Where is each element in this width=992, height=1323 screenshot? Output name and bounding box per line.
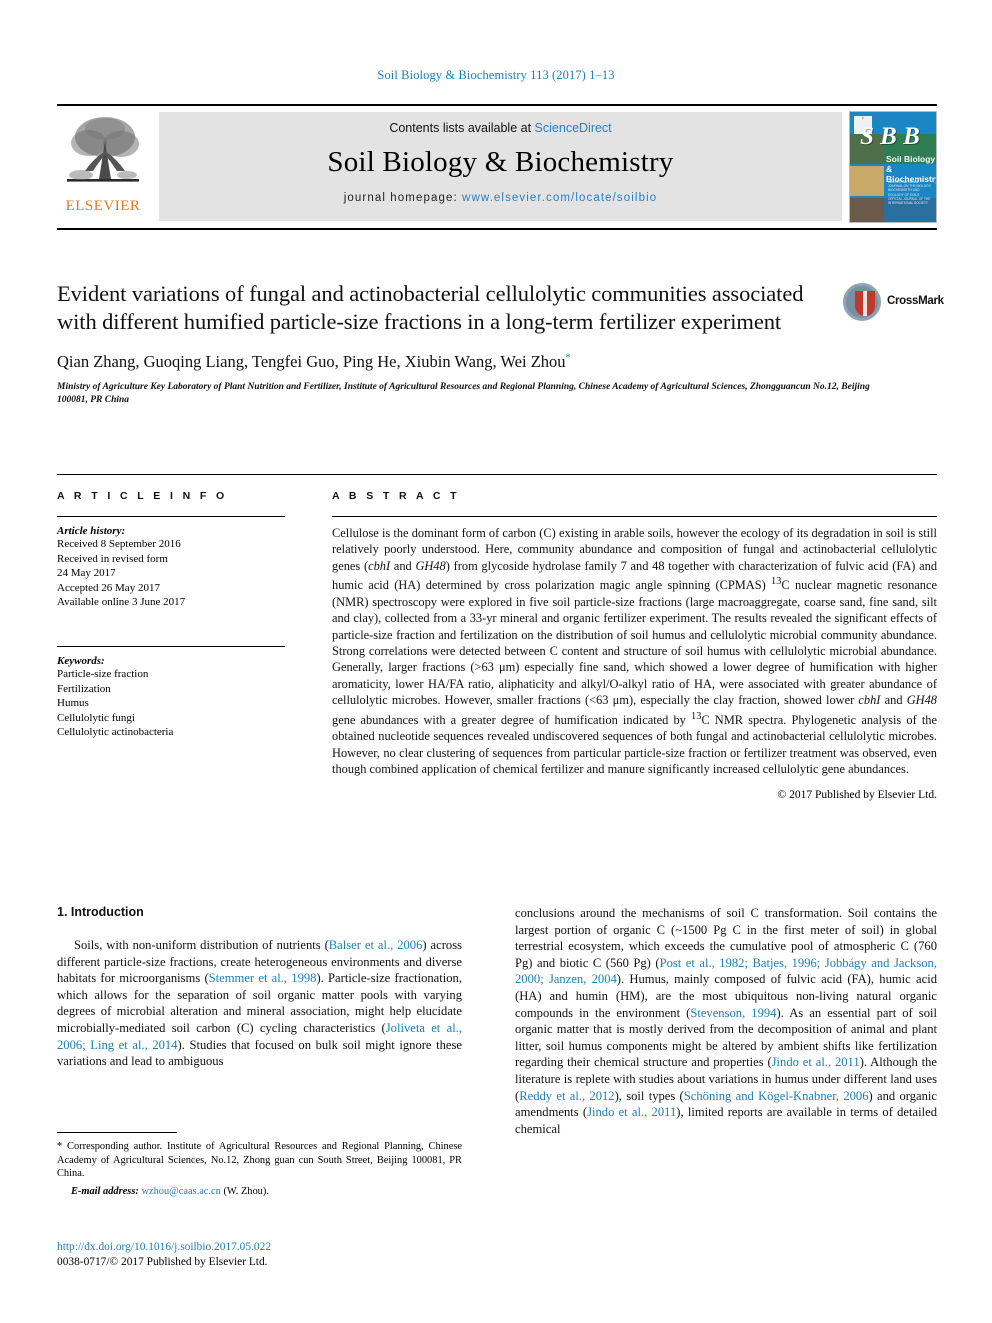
article-history-label: Article history: xyxy=(57,525,126,537)
citation-link[interactable]: Stevenson, 1994 xyxy=(690,1006,776,1020)
history-available-online: Available online 3 June 2017 xyxy=(57,596,186,609)
keyword-item: Cellulolytic fungi xyxy=(57,711,135,724)
citation-link[interactable]: Schöning and Kögel-Knabner, 2006 xyxy=(684,1089,869,1103)
crossmark-badge[interactable]: CrossMark xyxy=(843,283,944,323)
article-info-rule xyxy=(57,516,285,517)
corresponding-author-marker[interactable]: * xyxy=(566,353,571,364)
gene-name-gh48: GH48 xyxy=(415,558,446,573)
intro-r-seg-5: ), soil types ( xyxy=(614,1088,684,1103)
keyword-item: Particle-size fraction xyxy=(57,667,149,680)
abstract-rule xyxy=(332,516,937,517)
contents-line: Contents lists available at ScienceDirec… xyxy=(159,112,842,135)
author-names: Qian Zhang, Guoqing Liang, Tengfei Guo, … xyxy=(57,352,566,371)
abstract-text: Cellulose is the dominant form of carbon… xyxy=(332,525,937,777)
info-abstract-divider xyxy=(57,474,937,475)
history-received: Received 8 September 2016 xyxy=(57,538,181,550)
abstract-column: A B S T R A C T Cellulose is the dominan… xyxy=(332,490,937,801)
keywords-rule xyxy=(57,645,285,647)
gene-name-cbhi: cbhI xyxy=(858,693,881,708)
abstract-heading: A B S T R A C T xyxy=(332,490,460,502)
keyword-item: Humus xyxy=(57,697,89,710)
history-accepted: Accepted 26 May 2017 xyxy=(57,581,160,594)
intro-seg-1: Soils, with non-uniform distribution of … xyxy=(74,938,329,952)
homepage-label: journal homepage: xyxy=(343,192,458,204)
crossmark-icon xyxy=(843,283,881,321)
corresponding-author-note: Corresponding author. Institute of Agric… xyxy=(57,1141,462,1180)
elsevier-tree-icon xyxy=(67,117,139,182)
body-column-right: conclusions around the mechanisms of soi… xyxy=(515,905,937,1137)
journal-homepage-line: journal homepage: www.elsevier.com/locat… xyxy=(159,192,842,204)
isotope-superscript: 13 xyxy=(691,710,702,722)
author-list: Qian Zhang, Guoqing Liang, Tengfei Guo, … xyxy=(57,352,937,372)
citation-link[interactable]: Balser et al., 2006 xyxy=(329,938,423,952)
body-column-left: 1. Introduction Soils, with non-uniform … xyxy=(57,905,462,1070)
email-label: E-mail address: xyxy=(71,1185,139,1197)
affiliation: Ministry of Agriculture Key Laboratory o… xyxy=(57,382,870,405)
section-heading-introduction: 1. Introduction xyxy=(57,905,144,919)
email-link[interactable]: wzhou@caas.ac.cn xyxy=(141,1186,220,1197)
email-owner: (W. Zhou). xyxy=(220,1185,269,1197)
journal-article-page: Soil Biology & Biochemistry 113 (2017) 1… xyxy=(0,0,992,1323)
gene-name-cbhi: cbhI xyxy=(368,558,391,573)
abstract-seg-5: and xyxy=(880,693,907,708)
cover-initials: S B B xyxy=(860,123,920,150)
intro-paragraph-left: Soils, with non-uniform distribution of … xyxy=(57,937,462,1070)
citation-link[interactable]: Jindo et al., 2011 xyxy=(772,1055,860,1069)
issn-copyright-line: 0038-0717/© 2017 Published by Elsevier L… xyxy=(57,1256,268,1268)
sciencedirect-link[interactable]: ScienceDirect xyxy=(535,121,612,135)
keyword-item: Fertilization xyxy=(57,682,111,695)
abstract-copyright: © 2017 Published by Elsevier Ltd. xyxy=(777,789,937,802)
crossmark-label: CrossMark xyxy=(887,295,944,307)
title-block: Evident variations of fungal and actinob… xyxy=(57,280,944,407)
citation-link[interactable]: Jindo et al., 2011 xyxy=(587,1105,676,1119)
footnote-block: * Corresponding author. Institute of Agr… xyxy=(57,1140,462,1198)
homepage-url-link[interactable]: www.elsevier.com/locate/soilbio xyxy=(462,192,657,204)
history-revised-label: Received in revised form xyxy=(57,552,168,565)
crossmark-book-icon xyxy=(855,291,875,316)
cover-name-line-1: Soil Biology & xyxy=(886,154,936,174)
article-info-column: A R T I C L E I N F O Article history: R… xyxy=(57,490,285,740)
abstract-seg-6: gene abundances with a greater degree of… xyxy=(332,712,692,727)
running-head: Soil Biology & Biochemistry 113 (2017) 1… xyxy=(377,68,615,82)
article-title: Evident variations of fungal and actinob… xyxy=(57,281,804,334)
contents-prefix: Contents lists available at xyxy=(389,121,532,135)
doi-link[interactable]: http://dx.doi.org/10.1016/j.soilbio.2017… xyxy=(57,1240,477,1255)
email-note: E-mail address: wzhou@caas.ac.cn (W. Zho… xyxy=(57,1185,462,1199)
citation-link[interactable]: Reddy et al., 2012 xyxy=(519,1089,614,1103)
keywords-label: Keywords: xyxy=(57,654,105,667)
journal-masthead: ELSEVIER Contents lists available at Sci… xyxy=(57,104,937,230)
isotope-superscript: 13 xyxy=(771,576,782,588)
abstract-seg-4: C nuclear magnetic resonance (NMR) spect… xyxy=(332,578,937,708)
intro-paragraph-right: conclusions around the mechanisms of soi… xyxy=(515,905,937,1137)
doi-block: http://dx.doi.org/10.1016/j.soilbio.2017… xyxy=(57,1240,477,1270)
citation-link[interactable]: Stemmer et al., 1998 xyxy=(209,971,317,985)
journal-cover-thumbnail[interactable]: E S B B Soil Biology & Biochemistry AN I… xyxy=(849,111,937,223)
elsevier-wordmark: ELSEVIER xyxy=(65,198,141,214)
gene-name-gh48: GH48 xyxy=(906,693,937,708)
elsevier-logo: ELSEVIER xyxy=(57,106,149,228)
abstract-seg-2: and xyxy=(390,558,416,573)
footnote-divider xyxy=(57,1132,177,1133)
journal-band: Contents lists available at ScienceDirec… xyxy=(159,112,842,221)
keyword-item: Cellulolytic actinobacteria xyxy=(57,726,174,739)
cover-fine-print: AN INTERNATIONAL JOURNAL ON THE BIOLOGY,… xyxy=(888,180,932,206)
history-revised-date: 24 May 2017 xyxy=(57,567,116,580)
journal-title: Soil Biology & Biochemistry xyxy=(327,146,674,178)
article-info-heading: A R T I C L E I N F O xyxy=(57,490,228,502)
